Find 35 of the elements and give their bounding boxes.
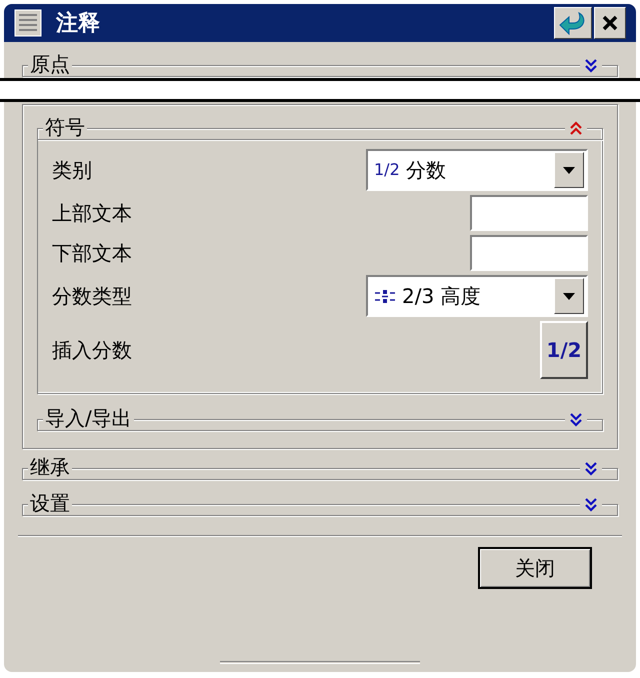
caret-down-icon — [563, 166, 575, 174]
expand-icon[interactable] — [569, 412, 583, 427]
menu-icon[interactable] — [14, 9, 42, 37]
dropdown-value: 2/3 高度 — [402, 283, 482, 310]
field-label: 分数类型 — [52, 283, 132, 310]
input-field[interactable] — [470, 195, 588, 231]
fraction-icon — [374, 288, 396, 304]
dropdown-value: 分数 — [406, 157, 447, 184]
expand-icon[interactable] — [584, 461, 598, 476]
section-header[interactable]: 设置 — [28, 491, 72, 515]
dropdown[interactable]: 1/2 分数 — [366, 149, 588, 191]
dropdown-arrow-button[interactable] — [554, 152, 584, 188]
expand-icon[interactable] — [584, 497, 598, 512]
dropdown[interactable]: 2/3 高度 — [366, 275, 588, 317]
section-header[interactable]: 导入/导出 — [43, 406, 134, 430]
section-header[interactable]: 继承 — [28, 455, 72, 479]
close-dialog-button[interactable]: 关闭 — [478, 547, 592, 589]
apply-button[interactable] — [554, 7, 592, 39]
caret-down-icon — [563, 292, 575, 300]
return-arrow-icon — [559, 11, 587, 35]
expand-icon[interactable] — [584, 58, 598, 73]
close-icon — [602, 15, 618, 31]
field-label: 上部文本 — [52, 200, 132, 227]
fraction-symbol: 1/2 — [374, 159, 400, 181]
field-label: 类别 — [52, 157, 92, 184]
insert-fraction-button[interactable]: 1/2 — [540, 321, 588, 379]
dropdown-arrow-button[interactable] — [554, 278, 584, 314]
field-label: 插入分数 — [52, 337, 132, 364]
close-button[interactable] — [594, 7, 626, 39]
collapse-icon[interactable] — [569, 121, 583, 136]
input-field[interactable] — [470, 235, 588, 271]
section-header[interactable]: 原点 — [28, 52, 72, 76]
section-header[interactable]: 符号 — [43, 115, 87, 139]
field-label: 下部文本 — [52, 240, 132, 267]
window-title: 注释 — [56, 10, 101, 38]
